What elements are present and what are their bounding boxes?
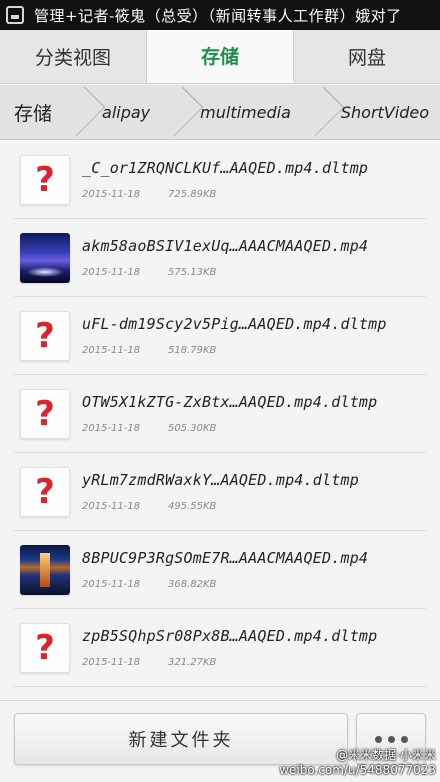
file-date: 2015-11-18 bbox=[82, 501, 141, 512]
question-mark-icon: ? bbox=[35, 627, 55, 668]
file-size: 725.89KB bbox=[168, 189, 217, 200]
tab-category-view[interactable]: 分类视图 bbox=[0, 30, 147, 83]
tab-storage[interactable]: 存储 bbox=[147, 30, 294, 83]
view-tabs: 分类视图 存储 网盘 bbox=[0, 30, 440, 84]
unknown-file-icon: ? bbox=[20, 466, 70, 517]
unknown-file-icon: ? bbox=[20, 622, 70, 673]
unknown-file-icon: ? bbox=[20, 388, 70, 439]
bottom-bar: 新建文件夹 @米米数据·小米米 weibo.com/u/5488077023 bbox=[0, 700, 440, 782]
file-date: 2015-11-18 bbox=[82, 657, 141, 668]
file-row[interactable]: ? uFL-dm19Scy2v5Pig…AAQED.mp4.dltmp 2015… bbox=[14, 297, 426, 375]
file-date: 2015-11-18 bbox=[82, 189, 141, 200]
breadcrumb-separator bbox=[70, 85, 84, 139]
file-size: 321.27KB bbox=[168, 657, 217, 668]
file-name: 8BPUC9P3RgSOmE7R…AAACMAAQED.mp4 bbox=[82, 549, 369, 567]
file-date: 2015-11-18 bbox=[82, 423, 141, 434]
question-mark-icon: ? bbox=[35, 471, 55, 512]
watermark: @米米数据·小米米 weibo.com/u/5488077023 bbox=[279, 748, 436, 778]
file-name: yRLm7zmdRWaxkY…AAQED.mp4.dltmp bbox=[82, 471, 359, 489]
file-row[interactable]: 8BPUC9P3RgSOmE7R…AAACMAAQED.mp4 2015-11-… bbox=[14, 531, 426, 609]
file-size: 495.55KB bbox=[168, 501, 217, 512]
file-size: 505.30KB bbox=[168, 423, 217, 434]
breadcrumb-separator bbox=[309, 85, 323, 139]
file-date: 2015-11-18 bbox=[82, 267, 141, 278]
file-size: 368.82KB bbox=[168, 579, 217, 590]
more-dots-icon bbox=[400, 735, 408, 743]
file-name: uFL-dm19Scy2v5Pig…AAQED.mp4.dltmp bbox=[82, 315, 387, 333]
breadcrumb: 存储 alipay multimedia ShortVideo bbox=[0, 85, 440, 140]
more-dots-icon bbox=[374, 735, 382, 743]
file-row[interactable]: ? OTW5X1kZTG-ZxBtx…AAQED.mp4.dltmp 2015-… bbox=[14, 375, 426, 453]
file-row[interactable]: ? _C_or1ZRQNCLKUf…AAQED.mp4.dltmp 2015-1… bbox=[14, 141, 426, 219]
video-thumbnail bbox=[20, 232, 70, 283]
more-dots-icon bbox=[387, 735, 395, 743]
breadcrumb-separator bbox=[168, 85, 182, 139]
watermark-url: weibo.com/u/5488077023 bbox=[279, 763, 436, 777]
file-row[interactable]: ? yRLm7zmdRWaxkY…AAQED.mp4.dltmp 2015-11… bbox=[14, 453, 426, 531]
file-name: OTW5X1kZTG-ZxBtx…AAQED.mp4.dltmp bbox=[82, 393, 378, 411]
status-bar: 管理+记者-筱鬼（总受）（新闻转事人工作群）娥对了 bbox=[0, 0, 440, 30]
breadcrumb-item-multimedia[interactable]: multimedia bbox=[182, 85, 309, 139]
breadcrumb-item-shortvideo[interactable]: ShortVideo bbox=[323, 85, 440, 139]
file-size: 575.13KB bbox=[168, 267, 217, 278]
unknown-file-icon: ? bbox=[20, 310, 70, 361]
file-row[interactable]: akm58aoBSIV1exUq…AAACMAAQED.mp4 2015-11-… bbox=[14, 219, 426, 297]
file-date: 2015-11-18 bbox=[82, 345, 141, 356]
unknown-file-icon: ? bbox=[20, 154, 70, 205]
app-notification-icon bbox=[6, 6, 24, 24]
file-size: 518.79KB bbox=[168, 345, 217, 356]
file-name: zpB5SQhpSr08Px8B…AAQED.mp4.dltmp bbox=[82, 627, 378, 645]
question-mark-icon: ? bbox=[35, 159, 55, 200]
file-name: _C_or1ZRQNCLKUf…AAQED.mp4.dltmp bbox=[82, 159, 369, 177]
question-mark-icon: ? bbox=[35, 393, 55, 434]
video-thumbnail bbox=[20, 544, 70, 595]
breadcrumb-item-alipay[interactable]: alipay bbox=[84, 85, 168, 139]
watermark-handle: @米米数据·小米米 bbox=[336, 748, 436, 762]
file-date: 2015-11-18 bbox=[82, 579, 141, 590]
question-mark-icon: ? bbox=[35, 315, 55, 356]
status-bar-text: 管理+记者-筱鬼（总受）（新闻转事人工作群）娥对了 bbox=[34, 6, 402, 25]
file-name: akm58aoBSIV1exUq…AAACMAAQED.mp4 bbox=[82, 237, 369, 255]
tab-cloud-drive[interactable]: 网盘 bbox=[294, 30, 440, 83]
file-row[interactable]: ? zpB5SQhpSr08Px8B…AAQED.mp4.dltmp 2015-… bbox=[14, 609, 426, 687]
file-list: ? _C_or1ZRQNCLKUf…AAQED.mp4.dltmp 2015-1… bbox=[0, 141, 440, 698]
